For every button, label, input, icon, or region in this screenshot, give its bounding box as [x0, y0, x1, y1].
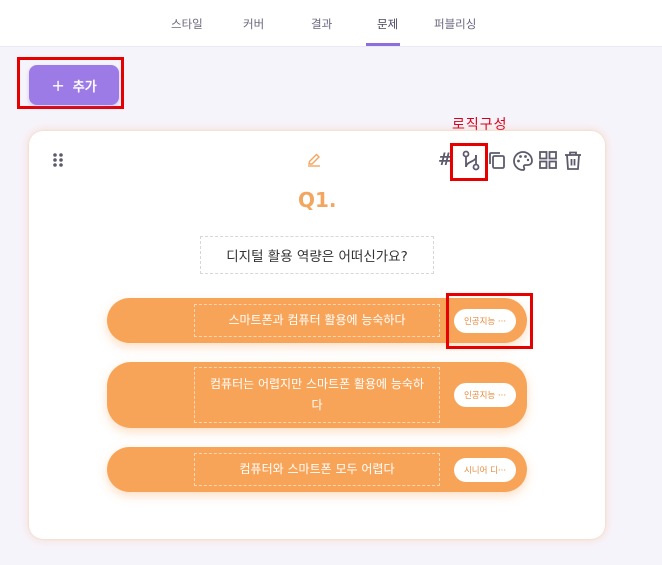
edit-pencil-icon[interactable] — [306, 152, 322, 168]
tab-publishing[interactable]: 퍼블리싱 — [434, 16, 476, 32]
tab-result[interactable]: 결과 — [311, 16, 332, 32]
copy-icon[interactable] — [488, 150, 508, 172]
add-button[interactable]: + 추가 — [29, 65, 119, 105]
drag-handle-icon[interactable] — [52, 152, 64, 168]
tab-style[interactable]: 스타일 — [171, 16, 203, 32]
plus-icon: + — [51, 75, 65, 95]
tab-question[interactable]: 문제 — [377, 16, 398, 32]
option-text[interactable]: 컴퓨터와 스마트폰 모두 어렵다 — [194, 453, 440, 486]
answer-option-3[interactable]: 컴퓨터와 스마트폰 모두 어렵다 시니어 디··· — [107, 447, 527, 492]
trash-icon[interactable] — [563, 150, 583, 172]
active-tab-indicator — [366, 43, 400, 46]
result-pill-highlight — [446, 293, 533, 349]
option-text[interactable]: 스마트폰과 컴퓨터 활용에 능숙하다 — [194, 304, 440, 337]
top-tab-bar: 스타일 커버 결과 문제 퍼블리싱 — [0, 0, 662, 47]
result-link-pill[interactable]: 시니어 디··· — [454, 458, 516, 482]
question-number: Q1. — [298, 188, 337, 212]
palette-icon[interactable] — [512, 150, 534, 172]
add-button-label: 추가 — [72, 79, 97, 95]
grid-icon[interactable] — [538, 150, 558, 170]
tab-cover[interactable]: 커버 — [243, 16, 264, 32]
option-text[interactable]: 컴퓨터는 어렵지만 스마트폰 활용에 능숙하다 — [194, 367, 440, 423]
question-title[interactable]: 디지털 활용 역량은 어떠신가요? — [200, 236, 434, 274]
logic-icon-highlight — [450, 143, 488, 181]
result-link-pill[interactable]: 인공지능 ··· — [454, 383, 516, 407]
answer-option-2[interactable]: 컴퓨터는 어렵지만 스마트폰 활용에 능숙하다 인공지능 ··· — [107, 362, 527, 428]
